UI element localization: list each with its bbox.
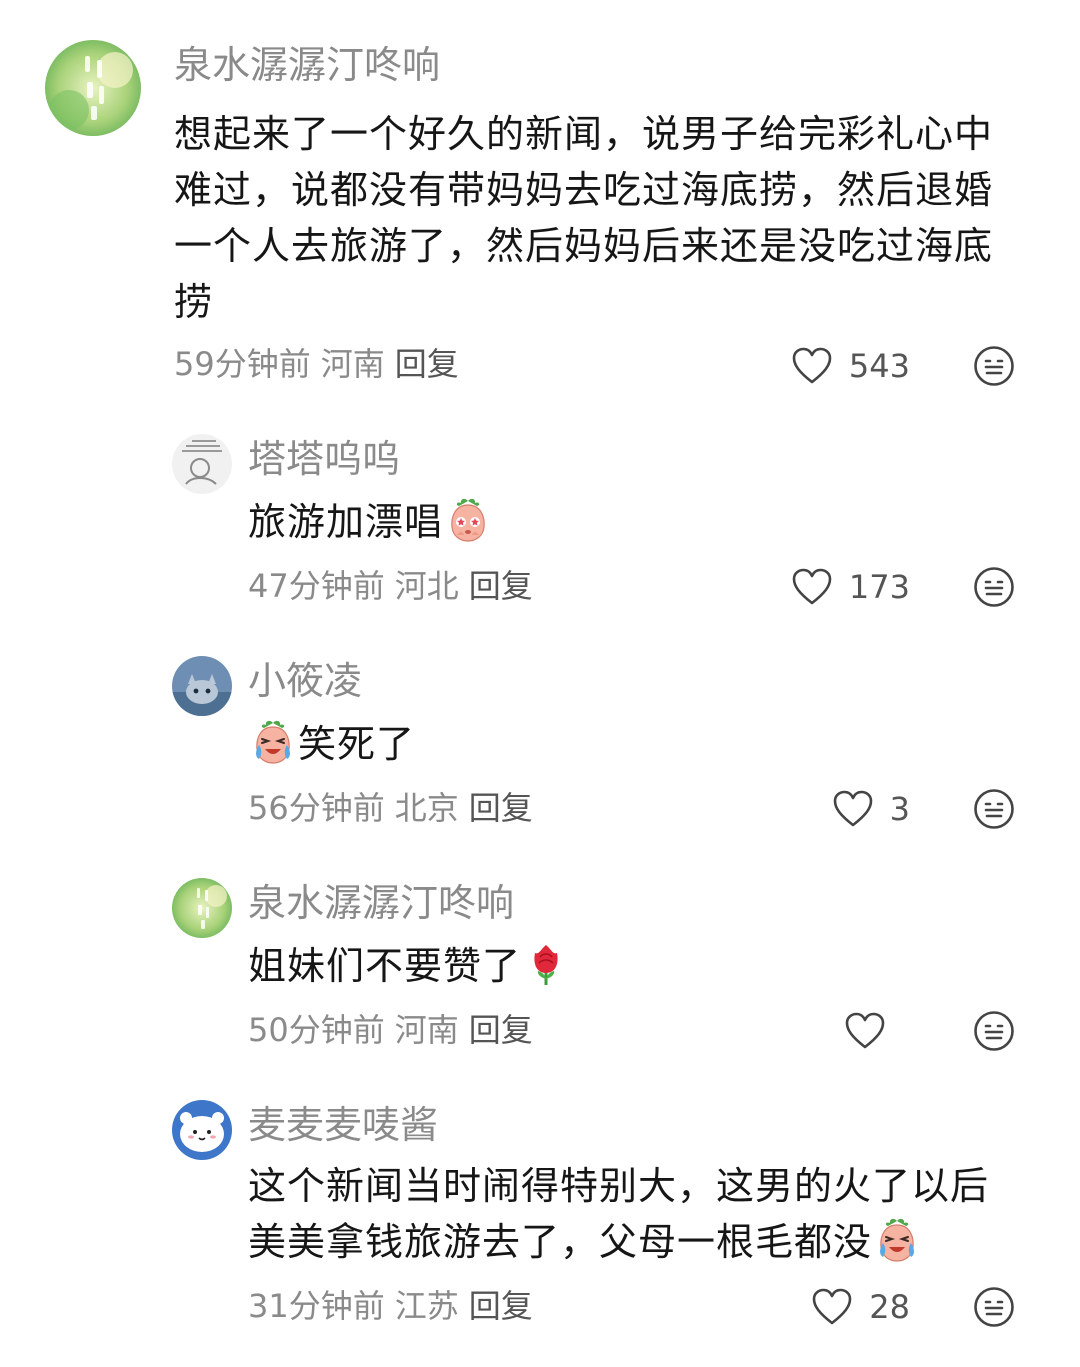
reply-button[interactable]: 回复 xyxy=(469,789,533,827)
dislike-button[interactable] xyxy=(973,566,1015,608)
timestamp: 59分钟前 xyxy=(174,345,311,383)
rose-emoji xyxy=(523,941,569,987)
username[interactable]: 塔塔呜呜 xyxy=(248,440,400,478)
like-button[interactable]: 543 xyxy=(791,344,910,388)
comment-meta: 31分钟前 江苏 回复 xyxy=(248,1290,533,1322)
comment-meta: 47分钟前 河北 回复 xyxy=(248,570,533,602)
comment-text: 旅游加漂唱 xyxy=(248,494,1008,550)
heart-outline-icon xyxy=(791,567,833,607)
comment-text: 想起来了一个好久的新闻，说男子给完彩礼心中难过，说都没有带妈妈去吃过海底捞，然后… xyxy=(174,112,994,324)
meh-face-icon xyxy=(973,345,1015,387)
comment-text-body: 旅游加漂唱 xyxy=(248,500,444,544)
like-count: 3 xyxy=(889,790,910,828)
avatar[interactable] xyxy=(172,878,232,938)
peach-laugh-cry-emoji xyxy=(874,1217,920,1263)
username[interactable]: 泉水潺潺汀咚响 xyxy=(174,46,440,84)
location: 河南 xyxy=(394,1011,459,1049)
dislike-button[interactable] xyxy=(973,788,1015,830)
location: 江苏 xyxy=(394,1287,459,1325)
location: 河北 xyxy=(394,567,459,605)
reply-item[interactable]: 泉水潺潺汀咚响 姐妹们不要赞了 50分钟前 河南 回复 xyxy=(0,864,1080,1074)
reply-button[interactable]: 回复 xyxy=(469,567,533,605)
username[interactable]: 泉水潺潺汀咚响 xyxy=(248,884,514,922)
like-button[interactable]: 28 xyxy=(811,1285,910,1329)
heart-outline-icon xyxy=(811,1287,853,1327)
location: 河南 xyxy=(320,345,385,383)
username[interactable]: 麦麦麦唛酱 xyxy=(248,1106,438,1144)
peach-laugh-cry-emoji xyxy=(250,719,296,765)
like-button[interactable]: 3 xyxy=(832,787,910,831)
heart-outline-icon xyxy=(844,1011,886,1051)
like-button[interactable] xyxy=(844,1009,902,1053)
reply-item[interactable]: 塔塔呜呜 旅游加漂唱 47分钟前 河北 回复 173 xyxy=(0,420,1080,630)
meh-face-icon xyxy=(973,1010,1015,1052)
reply-button[interactable]: 回复 xyxy=(469,1011,533,1049)
comment-text-body: 姐妹们不要赞了 xyxy=(248,944,522,988)
peach-starry-eyes-emoji xyxy=(445,497,491,543)
reply-button[interactable]: 回复 xyxy=(395,345,459,383)
username[interactable]: 小筱凌 xyxy=(248,662,362,700)
like-count: 28 xyxy=(869,1288,910,1326)
like-count: 173 xyxy=(848,568,910,606)
dislike-button[interactable] xyxy=(973,345,1015,387)
reply-button[interactable]: 回复 xyxy=(469,1287,533,1325)
comment-text: 笑死了 xyxy=(248,716,1008,772)
heart-outline-icon xyxy=(832,789,874,829)
reply-item[interactable]: 麦麦麦唛酱 这个新闻当时闹得特别大，这男的火了以后美美拿钱旅游去了，父母一根毛都… xyxy=(0,1086,1080,1356)
heart-outline-icon xyxy=(791,346,833,386)
avatar[interactable] xyxy=(172,656,232,716)
avatar[interactable] xyxy=(172,1100,232,1160)
meh-face-icon xyxy=(973,1286,1015,1328)
dislike-button[interactable] xyxy=(973,1286,1015,1328)
comment-meta: 50分钟前 河南 回复 xyxy=(248,1014,533,1046)
comment-text: 姐妹们不要赞了 xyxy=(248,938,1008,994)
timestamp: 31分钟前 xyxy=(248,1287,385,1325)
avatar[interactable] xyxy=(45,40,141,136)
meh-face-icon xyxy=(973,788,1015,830)
dislike-button[interactable] xyxy=(973,1010,1015,1052)
like-button[interactable]: 173 xyxy=(791,565,910,609)
comment-item[interactable]: 泉水潺潺汀咚响 想起来了一个好久的新闻，说男子给完彩礼心中难过，说都没有带妈妈去… xyxy=(0,0,1080,400)
timestamp: 56分钟前 xyxy=(248,789,385,827)
meh-face-icon xyxy=(973,566,1015,608)
like-count: 543 xyxy=(848,347,910,385)
comment-text-body: 笑死了 xyxy=(298,722,416,766)
location: 北京 xyxy=(394,789,459,827)
comment-meta: 59分钟前 河南 回复 xyxy=(174,348,459,380)
comment-text: 这个新闻当时闹得特别大，这男的火了以后美美拿钱旅游去了，父母一根毛都没 xyxy=(248,1158,1018,1270)
timestamp: 47分钟前 xyxy=(248,567,385,605)
timestamp: 50分钟前 xyxy=(248,1011,385,1049)
avatar[interactable] xyxy=(172,434,232,494)
comment-meta: 56分钟前 北京 回复 xyxy=(248,792,533,824)
reply-item[interactable]: 小筱凌 笑死了 56分钟前 北京 回复 3 xyxy=(0,642,1080,852)
